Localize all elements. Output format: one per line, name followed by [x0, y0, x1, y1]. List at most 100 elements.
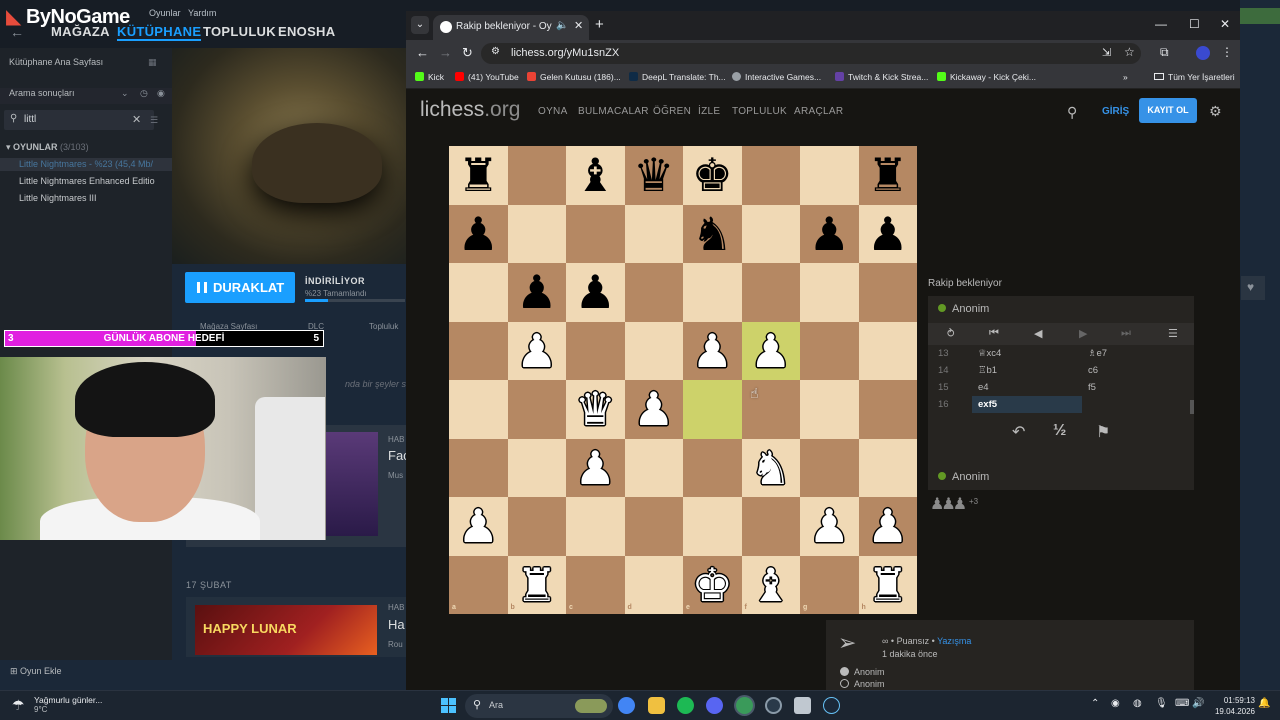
square-c1[interactable] — [566, 555, 625, 614]
square-d1[interactable] — [624, 555, 683, 614]
play-filter-icon[interactable]: ◉ — [157, 88, 165, 99]
square-e2[interactable] — [683, 497, 742, 556]
install-icon[interactable]: ⇲ — [1102, 46, 1111, 59]
black-rook-icon[interactable]: ♜ — [859, 146, 918, 205]
square-f7[interactable] — [741, 204, 800, 263]
player-bottom[interactable]: Anonim — [938, 471, 989, 483]
square-a4[interactable] — [449, 380, 508, 439]
microphone-icon[interactable]: 🎙 — [1155, 698, 1168, 709]
square-g1[interactable] — [800, 555, 859, 614]
clock[interactable]: 01:59:13 19.04.2026 — [1213, 695, 1255, 717]
square-g5[interactable] — [800, 321, 859, 380]
player-option[interactable]: Anonim — [840, 667, 885, 677]
white-pawn-icon[interactable]: ♟ — [742, 322, 801, 381]
white-pawn-icon[interactable]: ♟ — [683, 322, 742, 381]
steam-notification-area[interactable] — [1240, 8, 1280, 24]
square-d3[interactable] — [624, 438, 683, 497]
square-a3[interactable] — [449, 438, 508, 497]
add-game-button[interactable]: ⊞ Oyun Ekle — [10, 666, 62, 677]
player-option[interactable]: Anonim — [840, 679, 885, 689]
bookmark-gmail[interactable]: Gelen Kutusu (186)... — [527, 72, 621, 82]
first-move-icon[interactable]: ⏮ — [989, 327, 999, 340]
weather-widget[interactable]: ☂ Yağmurlu günler... 9°C — [12, 695, 102, 714]
bookmark-deepl[interactable]: DeepL Translate: Th... — [629, 72, 726, 82]
white-bishop-icon[interactable]: ♝ — [742, 556, 801, 615]
white-queen-icon[interactable]: ♛ — [566, 380, 625, 439]
white-pawn-icon[interactable]: ♟ — [449, 497, 508, 556]
volume-icon[interactable]: 🔊 — [1192, 698, 1204, 709]
maximize-icon[interactable]: ☐ — [1189, 17, 1200, 31]
back-arrow-icon[interactable]: ← — [10, 24, 24, 40]
site-info-icon[interactable]: ⚙ — [491, 46, 500, 57]
obs-icon[interactable] — [765, 697, 782, 714]
steam-menu-games[interactable]: Oyunlar — [149, 8, 181, 18]
square-h3[interactable] — [858, 438, 917, 497]
bookmark-kickaway[interactable]: Kickaway - Kick Çeki... — [937, 72, 1036, 82]
white-pawn-icon[interactable]: ♟ — [800, 497, 859, 556]
square-b8[interactable] — [507, 146, 566, 205]
square-e3[interactable] — [683, 438, 742, 497]
profile-avatar[interactable] — [1196, 46, 1210, 60]
black-pawn-icon[interactable]: ♟ — [508, 263, 567, 322]
library-home-link[interactable]: Kütüphane Ana Sayfası ▦ — [0, 57, 172, 73]
bookmark-twitch-kick[interactable]: Twitch & Kick Strea... — [835, 72, 928, 82]
square-g6[interactable] — [800, 263, 859, 322]
square-e4[interactable] — [683, 380, 742, 439]
reload-icon[interactable]: ↻ — [462, 45, 473, 61]
square-c2[interactable] — [566, 497, 625, 556]
bookmark-youtube[interactable]: (41) YouTube — [455, 72, 519, 82]
file-explorer-icon[interactable] — [648, 697, 665, 714]
square-d2[interactable] — [624, 497, 683, 556]
square-c5[interactable] — [566, 321, 625, 380]
offer-draw-icon[interactable]: ½ — [1053, 422, 1066, 440]
correspondence-link[interactable]: Yazışma — [937, 636, 971, 646]
game-item-little-nightmares-enhanced[interactable]: Little Nightmares Enhanced Editio — [19, 176, 155, 186]
network-icon[interactable]: ⌨ — [1175, 698, 1189, 709]
square-g8[interactable] — [800, 146, 859, 205]
flip-board-icon[interactable]: ⥁ — [947, 327, 955, 340]
steam-nav-library[interactable]: KÜTÜPHANE — [117, 24, 202, 41]
black-queen-icon[interactable]: ♛ — [625, 146, 684, 205]
black-knight-icon[interactable]: ♞ — [683, 205, 742, 264]
white-move-active[interactable]: exf5 — [972, 396, 1082, 413]
speaker-icon[interactable]: 🔈 — [556, 20, 568, 31]
player-top[interactable]: Anonim — [938, 303, 989, 315]
takeback-icon[interactable]: ↶ — [1012, 422, 1025, 442]
black-pawn-icon[interactable]: ♟ — [449, 205, 508, 264]
discord-icon[interactable] — [706, 697, 723, 714]
square-d6[interactable] — [624, 263, 683, 322]
forward-icon[interactable]: → — [439, 45, 452, 60]
nav-community[interactable]: TOPLULUK — [732, 106, 787, 117]
nav-learn[interactable]: ÖĞREN — [653, 106, 691, 117]
black-king-icon[interactable]: ♚ — [683, 146, 742, 205]
extensions-icon[interactable]: ⧉ — [1160, 45, 1169, 60]
square-b4[interactable] — [507, 380, 566, 439]
black-pawn-icon[interactable]: ♟ — [566, 263, 625, 322]
square-f6[interactable] — [741, 263, 800, 322]
clock-icon[interactable]: ◷ — [140, 88, 148, 99]
black-move[interactable]: ♗e7 — [1082, 348, 1107, 359]
tray-chevron-icon[interactable]: ⌃ — [1091, 698, 1099, 709]
white-rook-icon[interactable]: ♜ — [859, 556, 918, 615]
tray-steam-icon[interactable]: ◍ — [1133, 698, 1142, 709]
move-list-scrollbar[interactable] — [1190, 400, 1194, 414]
square-d7[interactable] — [624, 204, 683, 263]
white-king-icon[interactable]: ♚ — [683, 556, 742, 615]
resign-flag-icon[interactable]: ⚑ — [1096, 422, 1110, 442]
window-close-icon[interactable]: ✕ — [1220, 17, 1230, 31]
square-g4[interactable] — [800, 380, 859, 439]
bookmark-kick[interactable]: Kick — [415, 72, 444, 82]
white-knight-icon[interactable]: ♞ — [742, 439, 801, 498]
square-f8[interactable] — [741, 146, 800, 205]
steam-nav-store[interactable]: MAĞAZA — [51, 24, 110, 39]
square-a5[interactable] — [449, 321, 508, 380]
steam-icon[interactable] — [823, 697, 840, 714]
steam-nav-community[interactable]: TOPLULUK — [203, 24, 276, 39]
white-move[interactable]: ♕xc4 — [972, 345, 1082, 362]
search-results-dropdown[interactable]: Arama sonuçları ⌄ ◷ ◉ — [0, 88, 172, 104]
steam-menu-help[interactable]: Yardım — [188, 8, 216, 18]
last-move-icon[interactable]: ⏭ — [1121, 327, 1131, 340]
signup-button[interactable]: KAYIT OL — [1139, 98, 1197, 123]
grid-icon[interactable]: ▦ — [148, 57, 157, 68]
spotify-icon[interactable] — [677, 697, 694, 714]
